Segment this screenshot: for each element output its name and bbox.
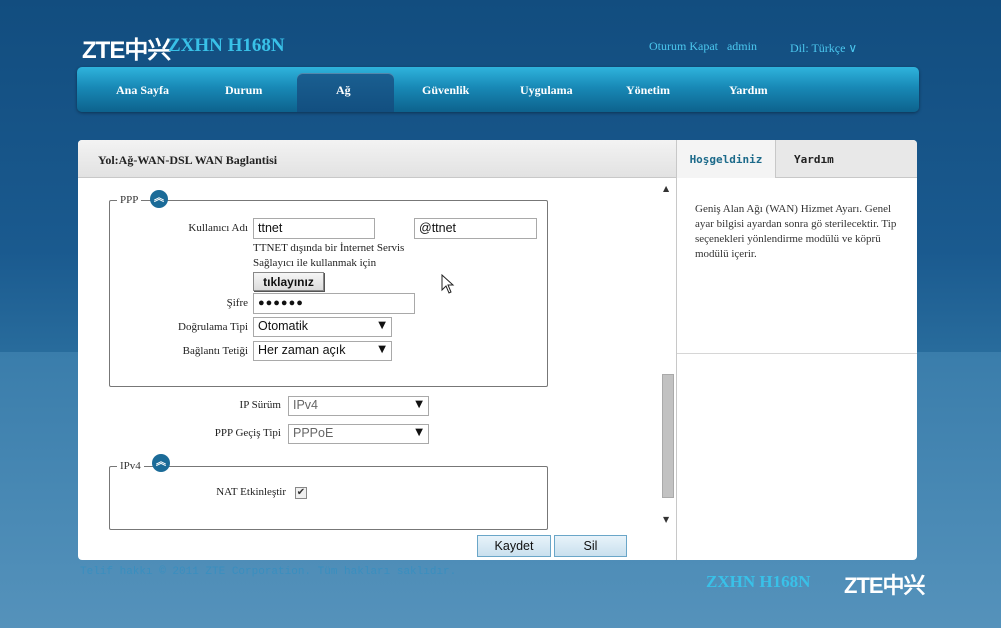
save-button[interactable]: Kaydet: [477, 535, 551, 557]
scroll-up-icon[interactable]: ▲: [663, 184, 669, 193]
tab-help[interactable]: Yardım: [794, 140, 834, 178]
auth-type-select[interactable]: Otomatik ▼: [253, 317, 392, 337]
breadcrumb: Yol:Ağ-WAN-DSL WAN Baglantisi: [98, 153, 278, 167]
nat-label: NAT Etkinleştir: [216, 486, 286, 498]
main-panel: Yol:Ağ-WAN-DSL WAN Baglantisi Hoşgeldini…: [78, 140, 917, 560]
username-label: Kullanıcı Adı: [188, 222, 248, 234]
nav-item-network[interactable]: Ağ: [336, 83, 351, 98]
triangle-down-icon: ▼: [378, 320, 386, 331]
mouse-pointer-icon: [441, 274, 455, 294]
nav-item-status[interactable]: Durum: [225, 83, 262, 98]
delete-button[interactable]: Sil: [554, 535, 627, 557]
click-here-button[interactable]: tıklayınız: [253, 272, 324, 291]
zte-logo: ZTE中兴: [82, 37, 171, 64]
isp-note-line2: Sağlayıcı ile kullanmak için: [253, 257, 377, 269]
ip-version-select[interactable]: IPv4 ▼: [288, 396, 429, 416]
trigger-label: Bağlantı Tetiği: [182, 345, 248, 357]
nav-item-help[interactable]: Yardım: [729, 83, 768, 98]
ipv4-fieldset: [109, 466, 548, 530]
form-area: PPP ︽ Kullanıcı Adı ttnet @ttnet TTNET d…: [78, 178, 676, 536]
main-nav: Ana Sayfa Durum Ağ Güvenlik Uygulama Yön…: [77, 67, 919, 112]
model-name: ZXHN H168N: [168, 35, 285, 56]
ppp-legend: PPP: [117, 194, 142, 206]
user-links: Oturum Kapat admin: [649, 39, 763, 54]
auth-type-label: Doğrulama Tipi: [178, 321, 248, 333]
trigger-value: Her zaman açık: [258, 343, 346, 357]
side-tabs: Hoşgeldiniz Yardım: [676, 140, 917, 178]
isp-note-line1: TTNET dışında bir İnternet Servis: [253, 242, 405, 254]
nav-item-application[interactable]: Uygulama: [520, 83, 573, 98]
nav-item-security[interactable]: Güvenlik: [422, 83, 469, 98]
password-label: Şifre: [226, 297, 248, 309]
scroll-thumb[interactable]: [662, 374, 674, 498]
language-selector[interactable]: Dil: Türkçe ∨: [790, 41, 857, 56]
domain-field[interactable]: @ttnet: [414, 218, 537, 239]
ppp-pass-value: PPPoE: [293, 426, 334, 440]
ipv4-legend: IPv4: [117, 460, 144, 472]
footer-model-name: ZXHN H168N: [706, 572, 811, 591]
username: admin: [726, 39, 757, 53]
ppp-pass-label: PPP Geçiş Tipi: [214, 427, 281, 439]
tab-welcome[interactable]: Hoşgeldiniz: [677, 140, 776, 178]
scroll-down-icon[interactable]: ▼: [663, 515, 669, 524]
footer-zte-logo: ZTE中兴: [844, 573, 926, 598]
chevron-double-up-icon[interactable]: ︽: [150, 190, 168, 208]
trigger-select[interactable]: Her zaman açık ▼: [253, 341, 392, 361]
copyright-text: Telif hakkı © 2011 ZTE Corporation. Tüm …: [80, 566, 457, 578]
help-panel: Geniş Alan Ağı (WAN) Hizmet Ayarı. Genel…: [676, 178, 917, 560]
nav-item-home[interactable]: Ana Sayfa: [116, 83, 169, 98]
auth-type-value: Otomatik: [258, 319, 309, 333]
ip-version-value: IPv4: [293, 398, 319, 412]
panel-header: Yol:Ağ-WAN-DSL WAN Baglantisi: [78, 140, 676, 178]
triangle-down-icon: ▼: [415, 427, 423, 438]
form-scrollbar[interactable]: ▲ ▼: [660, 178, 676, 534]
triangle-down-icon: ▼: [378, 344, 386, 355]
ppp-pass-select[interactable]: PPPoE ▼: [288, 424, 429, 444]
username-field[interactable]: ttnet: [253, 218, 375, 239]
logout-link[interactable]: Oturum Kapat: [649, 39, 718, 53]
nat-checkbox[interactable]: ✔: [295, 487, 307, 499]
password-field[interactable]: ●●●●●●: [253, 293, 415, 314]
triangle-down-icon: ▼: [415, 399, 423, 410]
side-divider: [677, 353, 917, 354]
help-text: Geniş Alan Ağı (WAN) Hizmet Ayarı. Genel…: [695, 203, 897, 260]
nav-item-management[interactable]: Yönetim: [626, 83, 670, 98]
chevron-double-up-icon[interactable]: ︽: [152, 454, 170, 472]
ip-version-label: IP Sürüm: [239, 399, 281, 411]
